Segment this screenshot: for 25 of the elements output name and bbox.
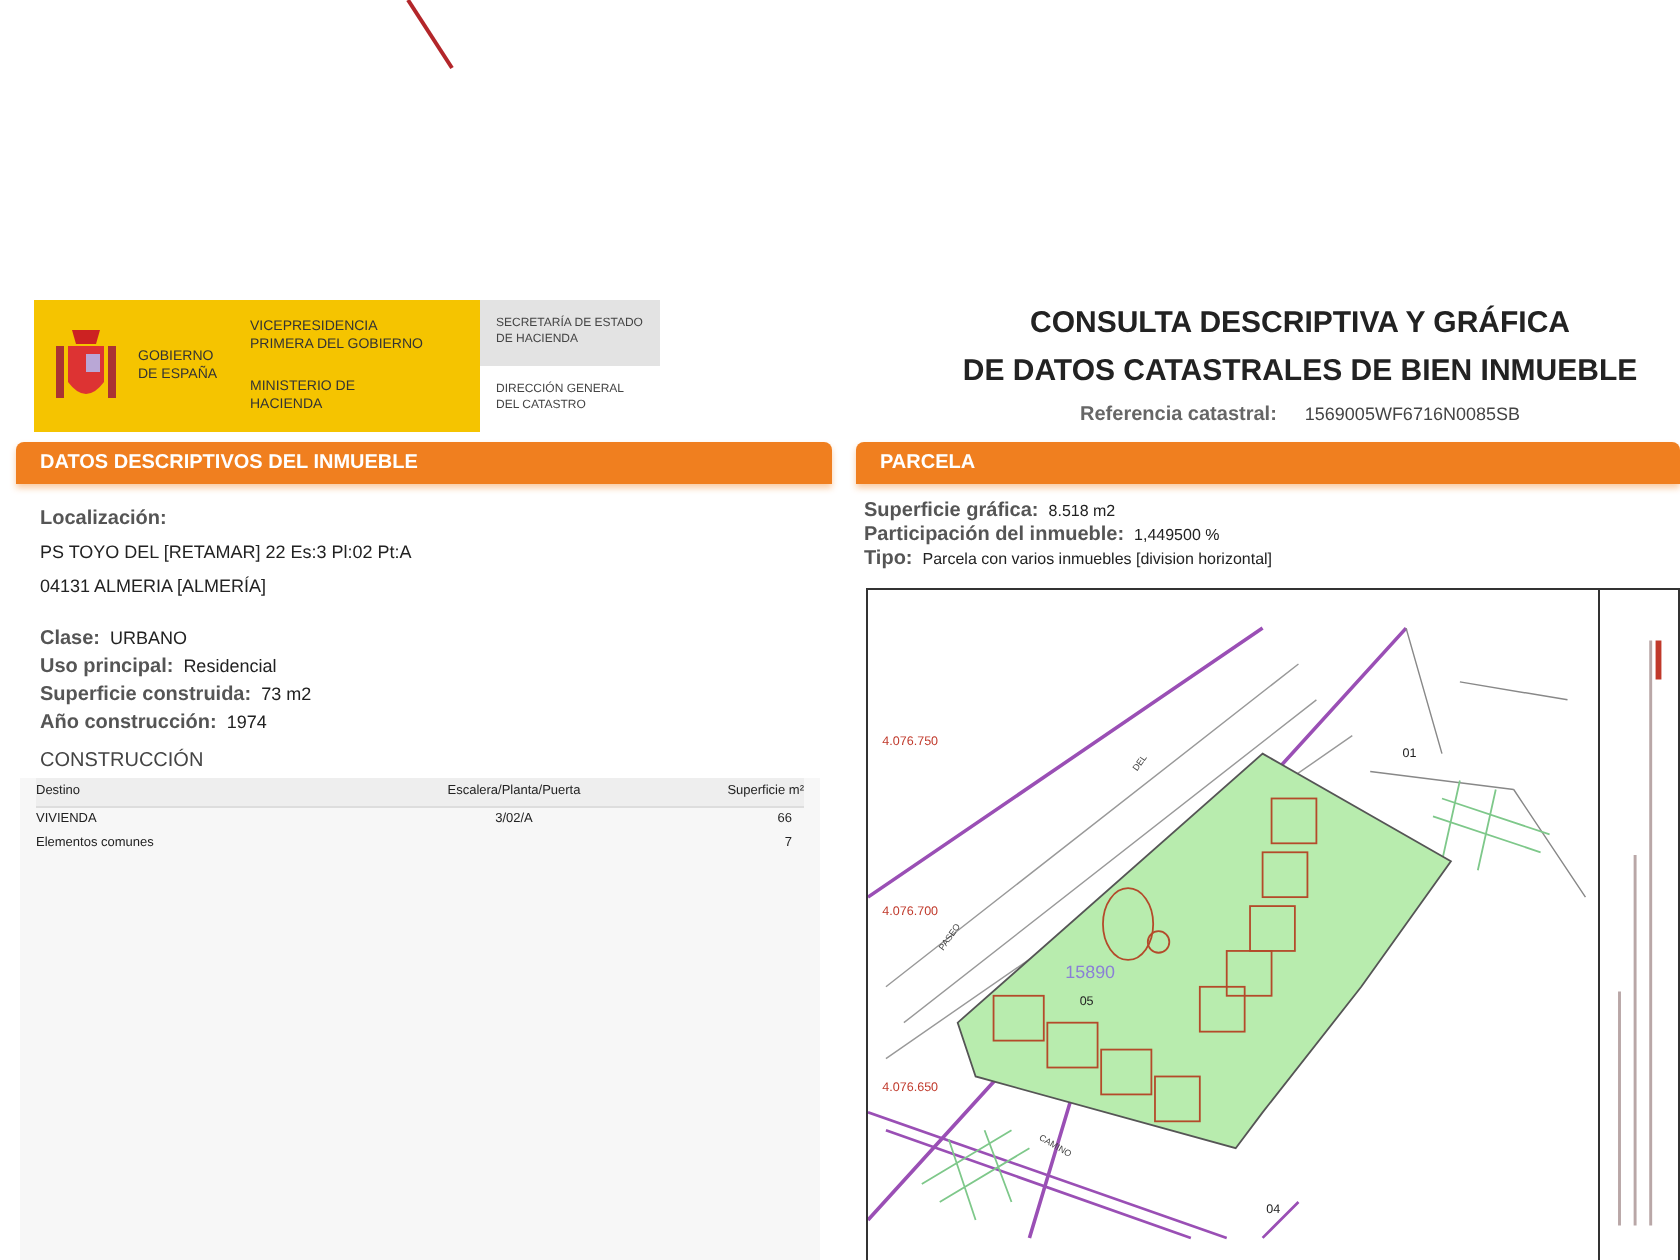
field-value: 1974 bbox=[226, 710, 267, 736]
field-value: Parcela con varios inmuebles [division horizontal] bbox=[922, 548, 1273, 572]
field-value: URBANO bbox=[110, 626, 188, 652]
reference-label: Referencia catastral: bbox=[1080, 402, 1277, 430]
field-label: Uso principal: bbox=[40, 654, 174, 682]
section-header: DATOS DESCRIPTIVOS DEL INMUEBLE bbox=[16, 442, 832, 484]
field-label: Superficie construida: bbox=[40, 682, 252, 710]
field-value: 73 m2 bbox=[261, 682, 312, 708]
address-line: PS TOYO DEL [RETAMAR] 22 Es:3 Pl:02 Pt:A bbox=[40, 540, 414, 566]
field-label: Participación del inmueble: bbox=[864, 522, 1125, 549]
construction-heading: CONSTRUCCIÓN bbox=[40, 746, 206, 776]
map-label: 15890 bbox=[1065, 961, 1116, 982]
document-title: DE DATOS CATASTRALES DE BIEN INMUEBLE bbox=[962, 352, 1638, 392]
field-label: Clase: bbox=[40, 626, 101, 654]
field-value: 8.518 m2 bbox=[1048, 500, 1116, 524]
field-label: Superficie gráfica: bbox=[864, 498, 1039, 525]
document-title: CONSULTA DESCRIPTIVA Y GRÁFICA bbox=[1029, 303, 1570, 344]
field-value: Residencial bbox=[183, 654, 277, 680]
field-value: 1,449500 % bbox=[1134, 524, 1220, 548]
address-line: 04131 ALMERIA [ALMERÍA] bbox=[40, 573, 269, 600]
field-label: Año construcción: bbox=[40, 710, 217, 738]
section-header: PARCELA bbox=[856, 442, 1680, 484]
field-label: Localización: bbox=[40, 506, 169, 534]
field-label: Tipo: bbox=[864, 546, 913, 574]
reference-value: 1569005WF6716N0085SB bbox=[1304, 402, 1520, 428]
